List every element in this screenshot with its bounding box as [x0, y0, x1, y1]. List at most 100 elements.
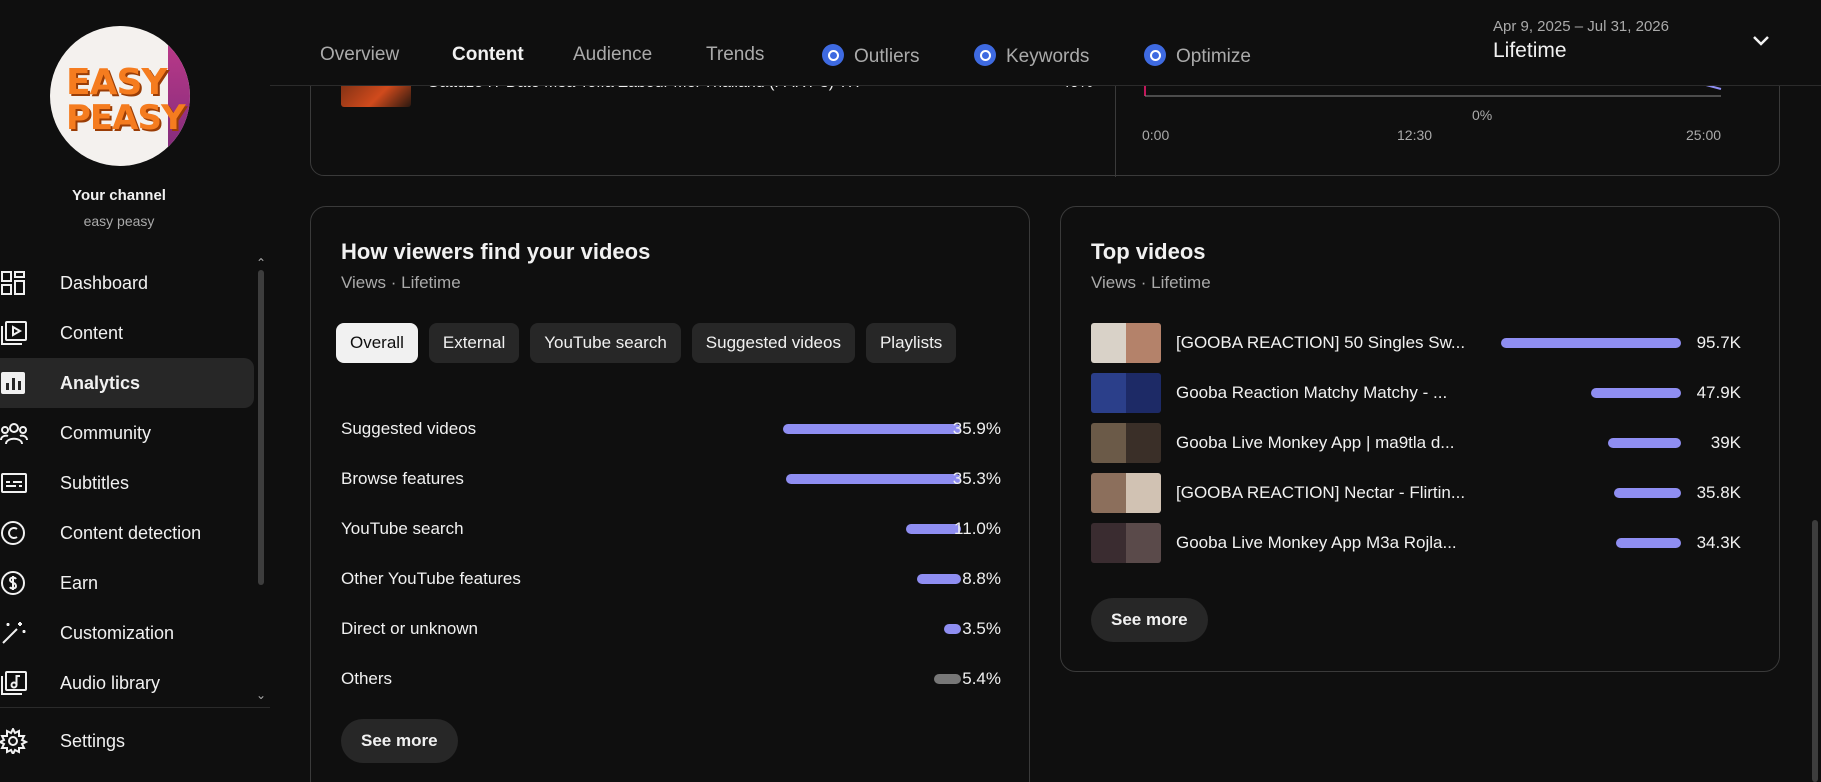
tab-label: Keywords	[1006, 46, 1090, 67]
traffic-source-row: Suggested videos 35.9%	[341, 414, 1001, 444]
page-scrollbar[interactable]	[1812, 520, 1818, 782]
traffic-source-value: 35.3%	[952, 469, 1001, 488]
traffic-source-name: Suggested videos	[341, 419, 477, 438]
avatar-stripe	[168, 26, 190, 166]
chart-x-tick: 12:30	[1397, 127, 1433, 143]
video-title[interactable]: Gooba Live Monkey App M3a Rojla...	[1176, 533, 1457, 553]
analytics-icon	[1, 372, 25, 394]
video-views-value: 35.8K	[1696, 483, 1741, 502]
sidebar-item-label: Content	[60, 322, 124, 343]
tab-optimize[interactable]: Optimize	[1144, 44, 1251, 68]
traffic-source-row: Other YouTube features 8.8%	[341, 564, 1001, 594]
chip-suggested-videos[interactable]: Suggested videos	[691, 323, 855, 363]
top-video-row[interactable]: Gooba Live Monkey App | ma9tla d... 39K	[1091, 423, 1741, 465]
card-title: How viewers find your videos	[341, 239, 651, 264]
sidebar-item-label: Dashboard	[60, 272, 149, 293]
video-thumbnail[interactable]	[1091, 473, 1161, 513]
tab-content[interactable]: Content	[452, 44, 524, 66]
dashboard-icon	[1, 271, 25, 295]
sidebar-scrollbar[interactable]	[258, 270, 264, 585]
card-title: Top videos	[1091, 239, 1206, 264]
video-views-bar	[1607, 438, 1681, 448]
traffic-source-name: Direct or unknown	[341, 619, 479, 638]
traffic-source-row: Browse features 35.3%	[341, 464, 1001, 494]
avatar-logo-text-2: PEASY	[66, 98, 186, 138]
video-title[interactable]: [GOOBA REACTION] 50 Singles Sw...	[1176, 333, 1465, 353]
chevron-down-icon[interactable]	[1750, 30, 1772, 52]
video-thumbnail[interactable]	[1091, 373, 1161, 413]
video-thumbnail[interactable]	[1091, 423, 1161, 463]
sidebar-item-subtitles[interactable]: Subtitles	[0, 458, 254, 508]
date-range[interactable]: Apr 9, 2025 – Jul 31, 2026	[1493, 18, 1669, 35]
video-title[interactable]: Gooba Reaction Matchy Matchy - ...	[1176, 383, 1447, 403]
chip-external[interactable]: External	[428, 323, 520, 363]
top-videos-see-more-button[interactable]: See more	[1091, 598, 1208, 642]
traffic-sources-card: How viewers find your videos Views · Lif…	[310, 206, 1030, 782]
traffic-source-name: Others	[341, 669, 393, 688]
sidebar-item-customization[interactable]: Customization	[0, 608, 254, 658]
sidebar-item-label: Analytics	[60, 372, 141, 393]
top-video-row[interactable]: [GOOBA REACTION] Nectar - Flirtin... 35.8…	[1091, 473, 1741, 515]
sidebar-item-community[interactable]: Community	[0, 408, 254, 458]
card-subtitle: Views · Lifetime	[1091, 273, 1211, 292]
copyright-icon	[1, 521, 25, 545]
scroll-up-arrow[interactable]: ⌃	[256, 256, 266, 270]
sidebar-item-audio-library[interactable]: Audio library	[0, 658, 254, 708]
traffic-source-value: 5.4%	[962, 669, 1001, 688]
tab-label: Optimize	[1176, 46, 1251, 67]
traffic-source-row: Direct or unknown 3.5%	[341, 614, 1001, 644]
traffic-source-value: 35.9%	[952, 419, 1001, 438]
top-videos-card: Top videos Views · Lifetime [GOOBA REACT…	[1060, 206, 1780, 672]
video-title[interactable]: Gooba Live Monkey App | ma9tla d...	[1176, 433, 1454, 453]
traffic-source-bar	[934, 674, 961, 684]
tab-trends[interactable]: Trends	[706, 44, 764, 66]
chip-overall[interactable]: Overall	[336, 323, 418, 363]
channel-avatar[interactable]: EASY PEASY	[50, 26, 190, 166]
sidebar-item-earn[interactable]: Earn	[0, 558, 254, 608]
insights-badge-icon	[974, 44, 996, 66]
video-views-bar	[1501, 338, 1681, 348]
tab-audience[interactable]: Audience	[573, 44, 652, 66]
chip-youtube-search[interactable]: YouTube search	[530, 323, 681, 363]
sidebar: EASY PEASY Your channel easy peasy Dashb…	[0, 0, 270, 782]
traffic-source-row: Others 5.4%	[341, 664, 1001, 694]
tab-label: Outliers	[854, 46, 920, 67]
video-thumbnail[interactable]	[1091, 523, 1161, 563]
scroll-down-arrow[interactable]: ⌄	[256, 688, 266, 702]
sidebar-item-label: Content detection	[60, 522, 202, 543]
tab-outliers[interactable]: Outliers	[822, 44, 919, 68]
tab-keywords[interactable]: Keywords	[974, 44, 1089, 68]
sidebar-item-dashboard[interactable]: Dashboard	[0, 258, 254, 308]
video-views-bar	[1613, 488, 1681, 498]
community-icon	[0, 423, 28, 445]
top-video-row[interactable]: [GOOBA REACTION] 50 Singles Sw... 95.7K	[1091, 323, 1741, 365]
card-subtitle: Views · Lifetime	[341, 273, 461, 292]
video-thumbnail[interactable]	[1091, 323, 1161, 363]
chart-y-tick: 0%	[1472, 107, 1493, 123]
chart-x-tick: 0:00	[1142, 127, 1170, 143]
chip-playlists[interactable]: Playlists	[865, 323, 957, 363]
traffic-source-value: 8.8%	[962, 569, 1001, 588]
sidebar-divider	[0, 707, 270, 708]
traffic-source-row: YouTube search 11.0%	[341, 514, 1001, 544]
traffic-source-name: Other YouTube features	[341, 569, 521, 588]
analytics-tabs: Overview Content Audience Trends Outlier…	[270, 0, 1821, 86]
video-views-bar	[1616, 538, 1681, 548]
traffic-source-value: 11.0%	[954, 519, 1001, 538]
sidebar-nav: Dashboard Content Analytics Community Su…	[0, 258, 254, 708]
video-title[interactable]: [GOOBA REACTION] Nectar - Flirtin...	[1176, 483, 1465, 503]
sidebar-item-content[interactable]: Content	[0, 308, 254, 358]
date-period-label[interactable]: Lifetime	[1493, 39, 1567, 63]
traffic-source-bar	[917, 574, 961, 584]
top-video-row[interactable]: Gooba Reaction Matchy Matchy - ... 47.9K	[1091, 373, 1741, 415]
sidebar-item-content-detection[interactable]: Content detection	[0, 508, 254, 558]
traffic-source-bar	[906, 524, 961, 534]
traffic-see-more-button[interactable]: See more	[341, 719, 458, 763]
sidebar-item-analytics[interactable]: Analytics	[0, 358, 254, 408]
insights-badge-icon	[822, 44, 844, 66]
sidebar-item-label: Subtitles	[60, 472, 130, 493]
avatar-logo-text-1: EASY	[66, 62, 167, 103]
top-video-row[interactable]: Gooba Live Monkey App M3a Rojla... 34.3K	[1091, 523, 1741, 565]
sidebar-item-settings[interactable]: Settings	[0, 716, 254, 766]
tab-overview[interactable]: Overview	[320, 44, 399, 66]
